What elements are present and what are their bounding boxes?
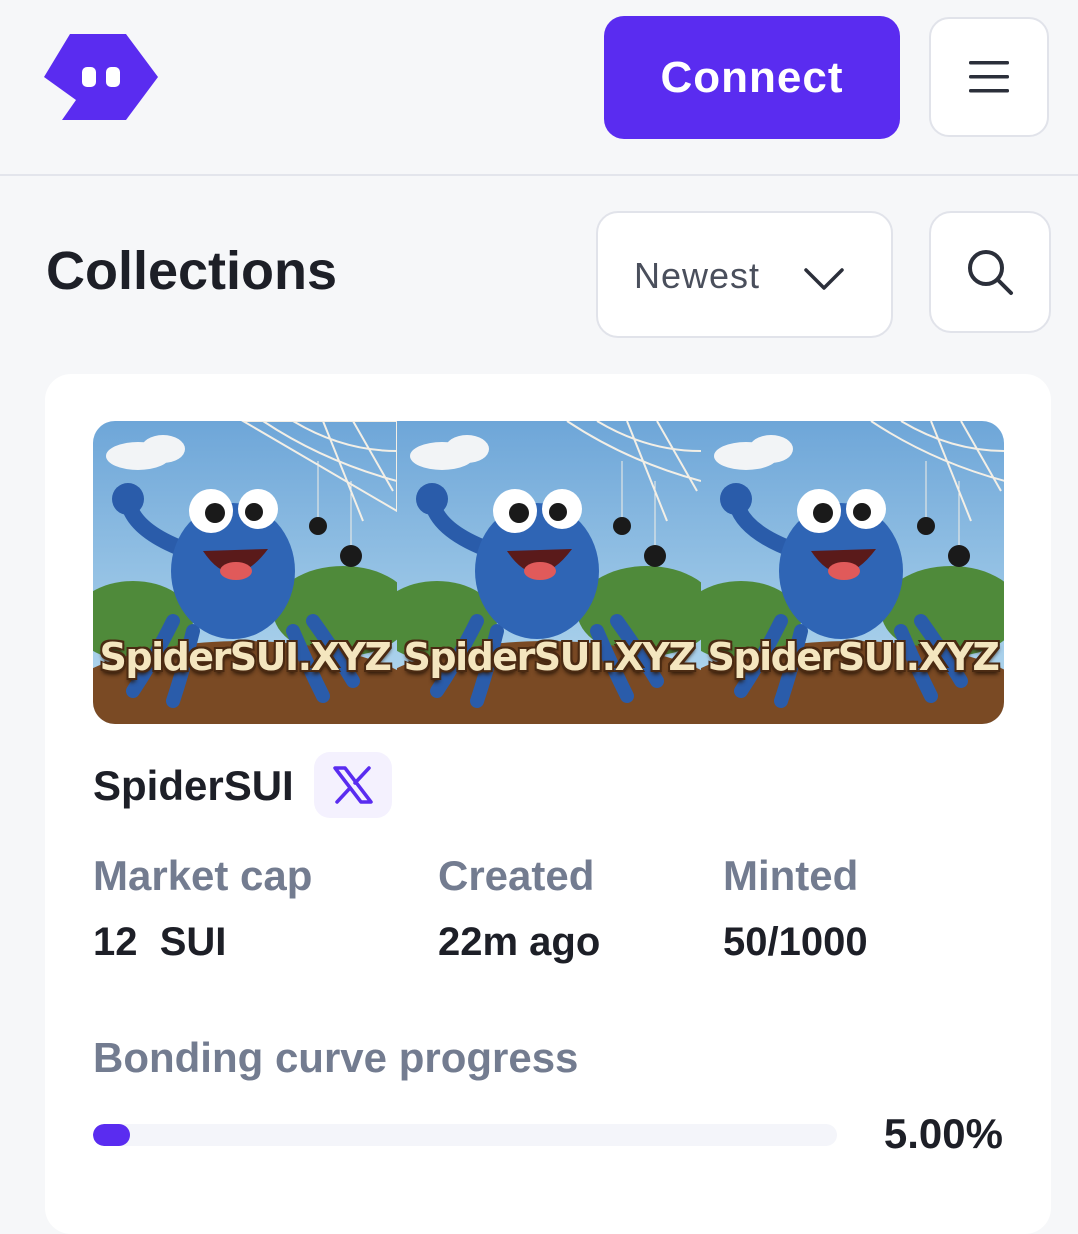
market-cap-label: Market cap [93, 852, 313, 899]
market-cap-value: 12 SUI [93, 920, 227, 964]
menu-button[interactable] [929, 17, 1049, 137]
bonding-curve-percent: 5.00% [883, 1110, 1003, 1157]
banner-title: SpiderSUI.XYZ [403, 635, 696, 679]
x-social-link[interactable] [314, 752, 392, 818]
collection-name[interactable]: SpiderSUI [93, 762, 294, 810]
minted-value: 50/1000 [723, 920, 868, 964]
chevron-down-icon [804, 268, 844, 290]
app-header: Connect [0, 0, 1078, 176]
search-icon [968, 250, 1013, 295]
minted-label: Minted [723, 852, 859, 899]
search-button[interactable] [929, 211, 1051, 333]
collection-banner[interactable]: SpiderSUI.XYZ SpiderSUI.XYZ SpiderSUI.XY… [93, 421, 1004, 724]
created-label: Created [438, 852, 595, 899]
banner-tile: SpiderSUI.XYZ [93, 421, 397, 724]
banner-title: SpiderSUI.XYZ [99, 635, 392, 679]
created-value: 22m ago [438, 920, 601, 964]
x-twitter-icon [333, 766, 373, 804]
banner-tile: SpiderSUI.XYZ [397, 421, 701, 724]
bonding-curve-progress-fill [93, 1124, 131, 1146]
page-title: Collections [46, 241, 338, 301]
bonding-curve-label: Bonding curve progress [93, 1034, 579, 1081]
hamburger-menu-icon [969, 61, 1009, 93]
collection-card[interactable]: SpiderSUI.XYZ SpiderSUI.XYZ SpiderSUI.XY… [45, 374, 1051, 1234]
banner-tile: SpiderSUI.XYZ [701, 421, 1004, 724]
bonding-curve-progress-bar [93, 1124, 837, 1146]
brand-logo-icon[interactable] [44, 34, 158, 120]
sort-dropdown[interactable]: Newest [596, 211, 893, 338]
connect-button[interactable]: Connect [604, 16, 900, 139]
sort-selected-value: Newest [634, 255, 761, 296]
banner-title: SpiderSUI.XYZ [707, 635, 1000, 679]
